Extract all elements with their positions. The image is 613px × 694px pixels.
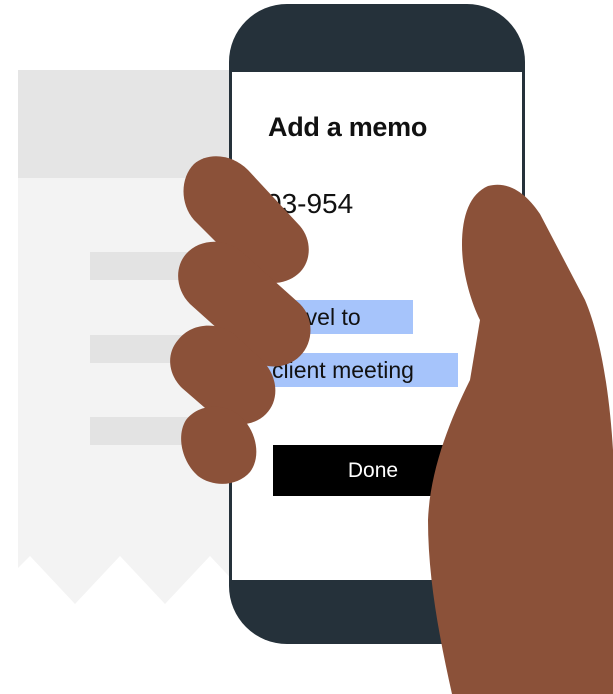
memo-title: Add a memo xyxy=(268,112,428,142)
memo-text-line-1[interactable]: Travel to xyxy=(266,300,413,334)
done-button[interactable]: Done xyxy=(273,445,473,496)
receipt-line xyxy=(90,417,200,445)
receipt-line xyxy=(90,335,200,363)
receipt-and-phone xyxy=(18,4,525,644)
illustration: Add a memo 03-954 Travel to client meeti… xyxy=(0,0,613,694)
memo-text-line-2[interactable]: client meeting xyxy=(266,353,458,387)
memo-code: 03-954 xyxy=(266,188,354,219)
receipt-line xyxy=(90,252,200,280)
